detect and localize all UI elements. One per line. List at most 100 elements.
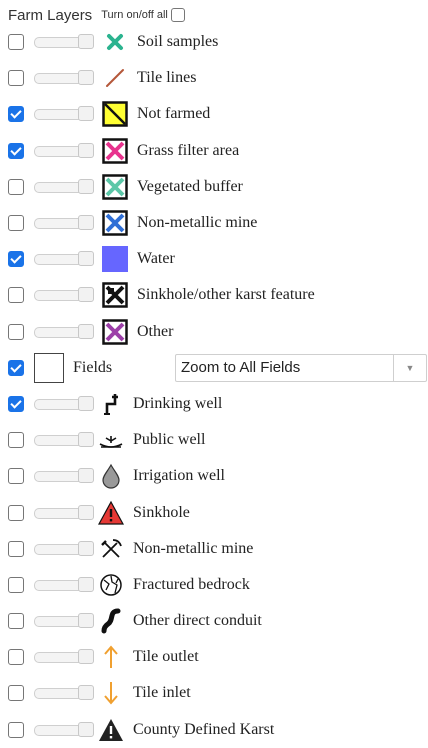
droplet-icon: [97, 462, 125, 490]
opacity-slider[interactable]: [34, 504, 94, 521]
layer-checkbox[interactable]: [8, 34, 24, 51]
layer-label: Tile outlet: [133, 648, 199, 666]
panel-title: Farm Layers: [8, 6, 93, 24]
layer-checkbox[interactable]: [8, 432, 24, 449]
conduit-icon: [97, 607, 125, 635]
point-row-drinking-well: Drinking well: [8, 386, 428, 422]
layer-list: Soil samples Tile lines Not farmed Grass…: [8, 24, 428, 748]
fields-checkbox[interactable]: [8, 359, 24, 376]
fields-swatch: [34, 352, 64, 383]
opacity-slider[interactable]: [34, 395, 94, 412]
pink-x-swatch-icon: [101, 137, 129, 165]
opacity-slider[interactable]: [34, 178, 94, 195]
water-swatch-icon: [101, 245, 129, 273]
x-mark-icon: [101, 28, 129, 56]
layer-row-water: Water: [8, 241, 428, 277]
layer-checkbox[interactable]: [8, 613, 24, 630]
layer-row-tile-lines: Tile lines: [8, 60, 428, 96]
layer-label: Tile lines: [137, 69, 197, 87]
opacity-slider[interactable]: [34, 576, 94, 593]
layer-label: Vegetated buffer: [137, 177, 243, 195]
layer-label: Non-metallic mine: [133, 539, 254, 557]
layer-checkbox[interactable]: [8, 106, 24, 123]
arrow-up-icon: [97, 643, 125, 671]
opacity-slider[interactable]: [34, 540, 94, 557]
karst-triangle-icon: [97, 716, 125, 744]
layer-label: Other: [137, 322, 174, 340]
opacity-slider[interactable]: [34, 613, 94, 629]
toggle-all-label: Turn on/off all: [101, 9, 168, 21]
faucet-icon: [97, 390, 125, 418]
layer-checkbox[interactable]: [8, 323, 24, 340]
layer-label: Irrigation well: [133, 467, 225, 485]
layer-checkbox[interactable]: [8, 287, 24, 304]
arrow-down-icon: [97, 679, 125, 707]
opacity-slider[interactable]: [34, 649, 94, 665]
yellow-hatch-swatch-icon: [101, 100, 129, 128]
layer-row-other: Other: [8, 314, 428, 350]
layer-row-soil-samples: Soil samples: [8, 24, 428, 60]
layers-header: Farm Layers Turn on/off all: [8, 4, 185, 26]
layer-checkbox[interactable]: [8, 251, 24, 268]
point-row-tile-inlet: Tile inlet: [8, 675, 428, 711]
layer-row-non-metallic-mine: Non-metallic mine: [8, 205, 428, 241]
zoom-fields-select[interactable]: Zoom to All Fields ▼: [175, 353, 427, 382]
layer-checkbox[interactable]: [8, 540, 24, 557]
layer-label: Non-metallic mine: [137, 214, 258, 232]
layer-label: Not farmed: [137, 105, 211, 123]
opacity-slider[interactable]: [34, 251, 94, 267]
purple-x-swatch-icon: [101, 318, 129, 346]
layer-checkbox[interactable]: [8, 70, 24, 87]
layer-label: Tile inlet: [133, 684, 191, 702]
fields-row: Fields Zoom to All Fields ▼: [8, 350, 428, 386]
chevron-down-icon[interactable]: ▼: [393, 354, 426, 381]
opacity-slider[interactable]: [34, 215, 94, 231]
opacity-slider[interactable]: [34, 34, 94, 50]
layer-checkbox[interactable]: [8, 721, 24, 738]
layer-checkbox[interactable]: [8, 178, 24, 195]
opacity-slider[interactable]: [34, 323, 94, 340]
blue-x-swatch-icon: [101, 209, 129, 237]
layer-checkbox[interactable]: [8, 395, 24, 412]
layer-row-vegetated-buffer: Vegetated buffer: [8, 169, 428, 205]
layer-checkbox[interactable]: [8, 576, 24, 593]
opacity-slider[interactable]: [34, 70, 94, 86]
public-well-icon: [97, 426, 125, 454]
layer-label: Sinkhole: [133, 503, 190, 521]
layer-label: Grass filter area: [137, 141, 240, 159]
opacity-slider[interactable]: [34, 468, 94, 484]
layer-checkbox[interactable]: [8, 468, 24, 485]
opacity-slider[interactable]: [34, 142, 94, 159]
opacity-slider[interactable]: [34, 287, 94, 303]
layer-checkbox[interactable]: [8, 649, 24, 666]
black-x-swatch-icon: [101, 281, 129, 309]
opacity-slider[interactable]: [34, 721, 94, 738]
opacity-slider[interactable]: [34, 685, 94, 701]
opacity-slider[interactable]: [34, 106, 94, 122]
crossed-tools-icon: [97, 535, 125, 563]
layer-row-grass-filter: Grass filter area: [8, 133, 428, 169]
point-row-tile-outlet: Tile outlet: [8, 639, 428, 675]
layer-checkbox[interactable]: [8, 215, 24, 232]
layer-checkbox[interactable]: [8, 142, 24, 159]
point-row-county-karst: County Defined Karst: [8, 712, 428, 748]
toggle-all-checkbox[interactable]: [170, 8, 185, 22]
point-row-fractured-bedrock: Fractured bedrock: [8, 567, 428, 603]
layer-row-not-farmed: Not farmed: [8, 96, 428, 132]
diagonal-line-icon: [101, 64, 129, 92]
point-row-non-metallic-mine: Non-metallic mine: [8, 531, 428, 567]
point-row-other-conduit: Other direct conduit: [8, 603, 428, 639]
layer-checkbox[interactable]: [8, 685, 24, 702]
zoom-fields-selected: Zoom to All Fields: [181, 359, 301, 377]
layer-row-sinkhole-karst: Sinkhole/other karst feature: [8, 277, 428, 313]
layer-checkbox[interactable]: [8, 504, 24, 521]
fields-label: Fields: [73, 358, 113, 376]
layer-label: Sinkhole/other karst feature: [137, 286, 315, 304]
layer-label: Public well: [133, 431, 206, 449]
point-row-irrigation-well: Irrigation well: [8, 458, 428, 494]
opacity-slider[interactable]: [34, 432, 94, 448]
fractured-rock-icon: [97, 571, 125, 599]
point-row-public-well: Public well: [8, 422, 428, 458]
layer-label: Soil samples: [137, 33, 219, 51]
layer-label: Water: [137, 250, 175, 268]
